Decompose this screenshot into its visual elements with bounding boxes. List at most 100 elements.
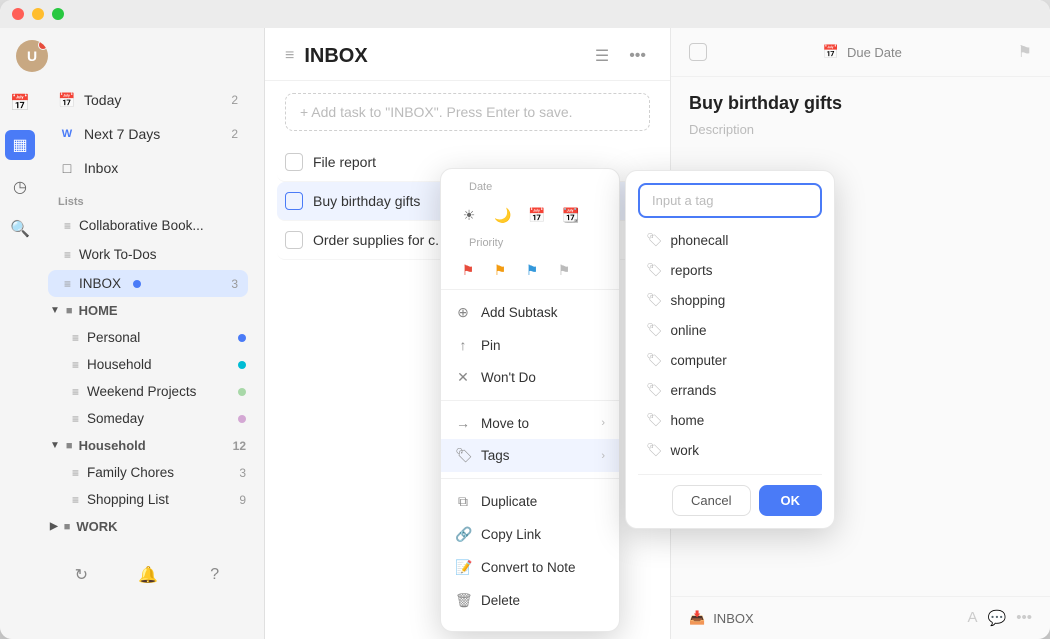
group-household[interactable]: ▼ ■ Household 12 [40,432,256,459]
inbox-count: 3 [231,277,238,291]
group-work-label: WORK [76,519,117,534]
nav-today-label: Today [84,92,121,108]
list-item-personal[interactable]: ≡ Personal [56,324,256,351]
priority-flag-gray[interactable]: ⚑ [551,257,577,283]
bell-icon[interactable]: 🔔 [133,560,163,590]
list-item-collaborative[interactable]: ≡ Collaborative Book... [48,212,248,239]
list-item-weekend[interactable]: ≡ Weekend Projects [56,378,256,405]
menu-moveto[interactable]: → Move to › [441,407,619,439]
tag-label-online: online [671,323,707,338]
list-item-familychores[interactable]: ≡ Family Chores 3 [56,459,256,486]
tag-item-phonecall[interactable]: 🏷 phonecall [638,226,822,254]
detail-due-date[interactable]: 📅 Due Date [823,44,902,60]
menu-convert[interactable]: 📝 Convert to Note [441,551,619,584]
tag-item-errands[interactable]: 🏷 errands [638,376,822,404]
nav-next7days[interactable]: W Next 7 Days 2 [48,118,248,150]
list-item-inbox[interactable]: ≡ INBOX 3 [48,270,248,297]
inbox-header-icon: ≡ [285,47,294,65]
tag-icon-errands: 🏷 [646,382,663,398]
priority-flag-orange[interactable]: ⚑ [487,257,513,283]
menu-delete[interactable]: 🗑 Delete [441,584,619,617]
tag-icon-home: 🏷 [646,412,663,428]
close-button[interactable] [12,8,24,20]
calendar-icon: 📅 [823,44,839,60]
more-options-icon[interactable]: ••• [625,43,650,69]
task-checkbox-0[interactable] [285,153,303,171]
convert-label: Convert to Note [481,560,576,575]
duplicate-label: Duplicate [481,494,537,509]
date-moon-icon[interactable]: 🌙 [489,201,517,229]
moveto-label: Move to [481,416,529,431]
detail-checkbox[interactable] [689,43,707,61]
detail-more-icon[interactable]: ••• [1016,609,1032,627]
cancel-button[interactable]: Cancel [672,485,750,516]
task-text-0: File report [313,154,376,170]
tag-item-shopping[interactable]: 🏷 shopping [638,286,822,314]
list-icon-collab: ≡ [64,219,71,233]
tag-item-home[interactable]: 🏷 home [638,406,822,434]
group-home[interactable]: ▼ ■ HOME [40,297,256,324]
list-view-icon[interactable]: ☰ [591,42,613,70]
nav-icon-search[interactable]: 🔍 [5,214,35,244]
pin-label: Pin [481,338,501,353]
flag-icon-detail[interactable]: ⚑ [1018,42,1032,62]
text-format-icon[interactable]: A [968,609,978,627]
list-item-someday[interactable]: ≡ Someday [56,405,256,432]
date-row: ☀ 🌙 📅 📆 [455,197,605,233]
tags-icon: 🏷 [455,447,471,464]
list-label-collaborative: Collaborative Book... [79,218,204,233]
household-dot [238,361,246,369]
priority-flag-blue[interactable]: ⚑ [519,257,545,283]
list-label-someday: Someday [87,411,144,426]
detail-description[interactable]: Description [671,122,1050,137]
task-checkbox-1[interactable] [285,192,303,210]
nav-inbox[interactable]: □ Inbox [48,152,248,184]
tag-icon-computer: 🏷 [646,352,663,368]
help-icon[interactable]: ? [200,560,230,590]
list-label-inbox: INBOX [79,276,121,291]
menu-copylink[interactable]: 🔗 Copy Link [441,518,619,551]
tag-label-errands: errands [671,383,717,398]
tag-input[interactable] [638,183,822,218]
date-section-label: Date [455,181,605,197]
sync-icon[interactable]: ↻ [66,560,96,590]
menu-pin[interactable]: ↑ Pin [441,329,619,361]
tag-item-work[interactable]: 🏷 work [638,436,822,464]
tag-item-online[interactable]: 🏷 online [638,316,822,344]
detail-header: 📅 Due Date ⚑ [671,28,1050,77]
tag-icon-reports: 🏷 [646,262,663,278]
task-text-2: Order supplies for c... [313,232,447,248]
nav-icon-calendar[interactable]: 📅 [5,88,35,118]
work-chevron: ▶ [50,521,58,532]
list-item-household[interactable]: ≡ Household [56,351,256,378]
date-cal2-icon[interactable]: 📆 [557,201,585,229]
tag-label-home: home [671,413,705,428]
group-work[interactable]: ▶ ■ WORK [40,513,256,540]
tag-item-computer[interactable]: 🏷 computer [638,346,822,374]
nav-icon-clock[interactable]: ◷ [5,172,35,202]
tag-label-phonecall: phonecall [671,233,729,248]
comment-icon[interactable]: 💬 [988,609,1007,627]
nav-today[interactable]: 📅 Today 2 [48,84,248,116]
list-item-worktodos[interactable]: ≡ Work To-Dos [48,241,248,268]
personal-dot [238,334,246,342]
menu-add-subtask[interactable]: ⊕ Add Subtask [441,296,619,329]
date-sun-icon[interactable]: ☀ [455,201,483,229]
priority-flag-red[interactable]: ⚑ [455,257,481,283]
menu-tags[interactable]: 🏷 Tags › [441,439,619,472]
menu-wontdo[interactable]: ✕ Won't Do [441,361,619,394]
add-task-bar[interactable]: + Add task to "INBOX". Press Enter to sa… [285,93,650,131]
maximize-button[interactable] [52,8,64,20]
tag-item-reports[interactable]: 🏷 reports [638,256,822,284]
avatar[interactable]: U [16,40,48,72]
nav-icon-grid[interactable]: ▦ [5,130,35,160]
convert-icon: 📝 [455,559,471,576]
ok-button[interactable]: OK [759,485,823,516]
inbox-dot [133,280,141,288]
menu-duplicate[interactable]: ⧉ Duplicate [441,485,619,518]
list-item-shoppinglist[interactable]: ≡ Shopping List 9 [56,486,256,513]
task-checkbox-2[interactable] [285,231,303,249]
tag-label-work: work [671,443,700,458]
date-cal-icon[interactable]: 📅 [523,201,551,229]
minimize-button[interactable] [32,8,44,20]
